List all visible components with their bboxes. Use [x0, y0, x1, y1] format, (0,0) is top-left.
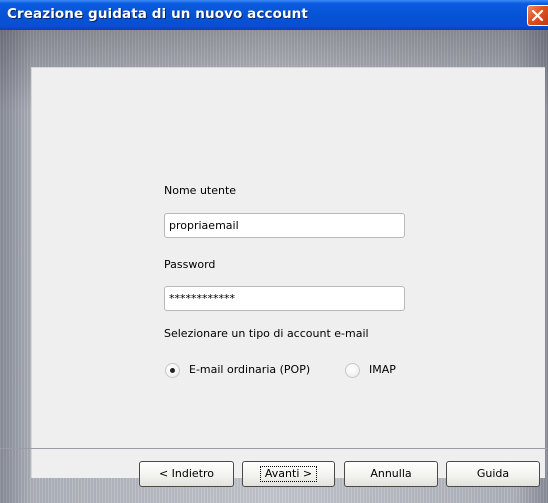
username-label: Nome utente: [164, 184, 237, 197]
radio-selected-dot: [170, 368, 175, 373]
wizard-background: Nome utente propriaemail Password ******…: [0, 30, 548, 503]
help-button[interactable]: Guida: [446, 461, 540, 487]
next-button[interactable]: Avanti >: [242, 461, 335, 487]
content-panel: Nome utente propriaemail Password ******…: [31, 67, 545, 478]
window-title: Creazione guidata di un nuovo account: [7, 6, 308, 22]
button-bar-separator: [0, 448, 548, 449]
imap-radio-label[interactable]: IMAP: [369, 363, 396, 376]
password-field[interactable]: ************: [164, 286, 405, 311]
wizard-window: Creazione guidata di un nuovo account No…: [0, 0, 548, 503]
account-type-label: Selezionare un tipo di account e-mail: [164, 327, 369, 340]
username-field[interactable]: propriaemail: [164, 213, 405, 238]
password-label: Password: [164, 258, 216, 271]
title-bar[interactable]: Creazione guidata di un nuovo account: [0, 0, 548, 30]
imap-radio[interactable]: [345, 363, 360, 378]
pop-radio-label[interactable]: E-mail ordinaria (POP): [189, 363, 310, 376]
close-button[interactable]: [527, 5, 548, 26]
cancel-button[interactable]: Annulla: [344, 461, 438, 487]
pop-radio[interactable]: [165, 363, 180, 378]
next-button-label: Avanti >: [259, 466, 318, 482]
close-icon: [531, 9, 544, 22]
back-button[interactable]: < Indietro: [139, 461, 234, 487]
